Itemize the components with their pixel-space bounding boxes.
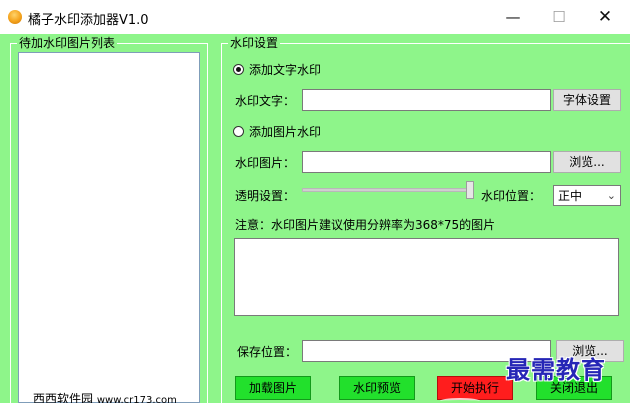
window-title: 橘子水印添加器V1.0: [28, 13, 149, 28]
opacity-slider-track[interactable]: [302, 188, 474, 192]
notes-textarea[interactable]: [234, 238, 619, 316]
opacity-label: 透明设置：: [235, 189, 296, 203]
brand-watermark-logo: 最需教育: [506, 355, 606, 384]
text-watermark-radio-label: 添加文字水印: [249, 63, 322, 77]
text-watermark-radio[interactable]: [233, 64, 244, 75]
watermark-text-label: 水印文字：: [235, 94, 296, 108]
site-footer-name: 西西软件园: [33, 392, 94, 403]
opacity-slider-thumb[interactable]: [466, 181, 474, 199]
resolution-note: 注意：水印图片建议使用分辨率为368*75的图片: [235, 218, 496, 232]
start-execute-button[interactable]: 开始执行: [437, 376, 513, 400]
close-window-button[interactable]: ✕: [582, 0, 628, 34]
load-images-button[interactable]: 加载图片: [235, 376, 311, 400]
watermark-image-label: 水印图片：: [235, 156, 296, 170]
maximize-button[interactable]: ☐: [536, 0, 582, 34]
preview-watermark-button[interactable]: 水印预览: [339, 376, 415, 400]
watermark-image-input[interactable]: [302, 151, 551, 173]
watermark-settings-group-title: 水印设置: [228, 36, 281, 50]
chevron-down-icon: ⌄: [606, 189, 616, 202]
orange-app-icon: [8, 10, 22, 24]
title-bar[interactable]: 橘子水印添加器V1.0 — ☐ ✕: [0, 0, 630, 34]
save-location-label: 保存位置：: [237, 345, 298, 359]
site-footer: 西西软件园 www.cr173.com: [33, 392, 177, 403]
watermark-swoosh: [440, 398, 480, 403]
image-list-group-title: 待加水印图片列表: [17, 36, 118, 50]
browse-image-button[interactable]: 浏览...: [553, 151, 621, 173]
image-watermark-radio-label: 添加图片水印: [249, 125, 322, 139]
image-list-box[interactable]: [18, 52, 200, 403]
minimize-button[interactable]: —: [490, 0, 536, 34]
site-footer-url: www.cr173.com: [96, 395, 177, 403]
position-label: 水印位置：: [481, 189, 542, 203]
position-select[interactable]: 正中 ⌄: [553, 185, 621, 206]
image-watermark-radio[interactable]: [233, 126, 244, 137]
font-settings-button[interactable]: 字体设置: [553, 89, 621, 111]
watermark-text-input[interactable]: [302, 89, 551, 111]
position-select-value: 正中: [558, 189, 583, 203]
